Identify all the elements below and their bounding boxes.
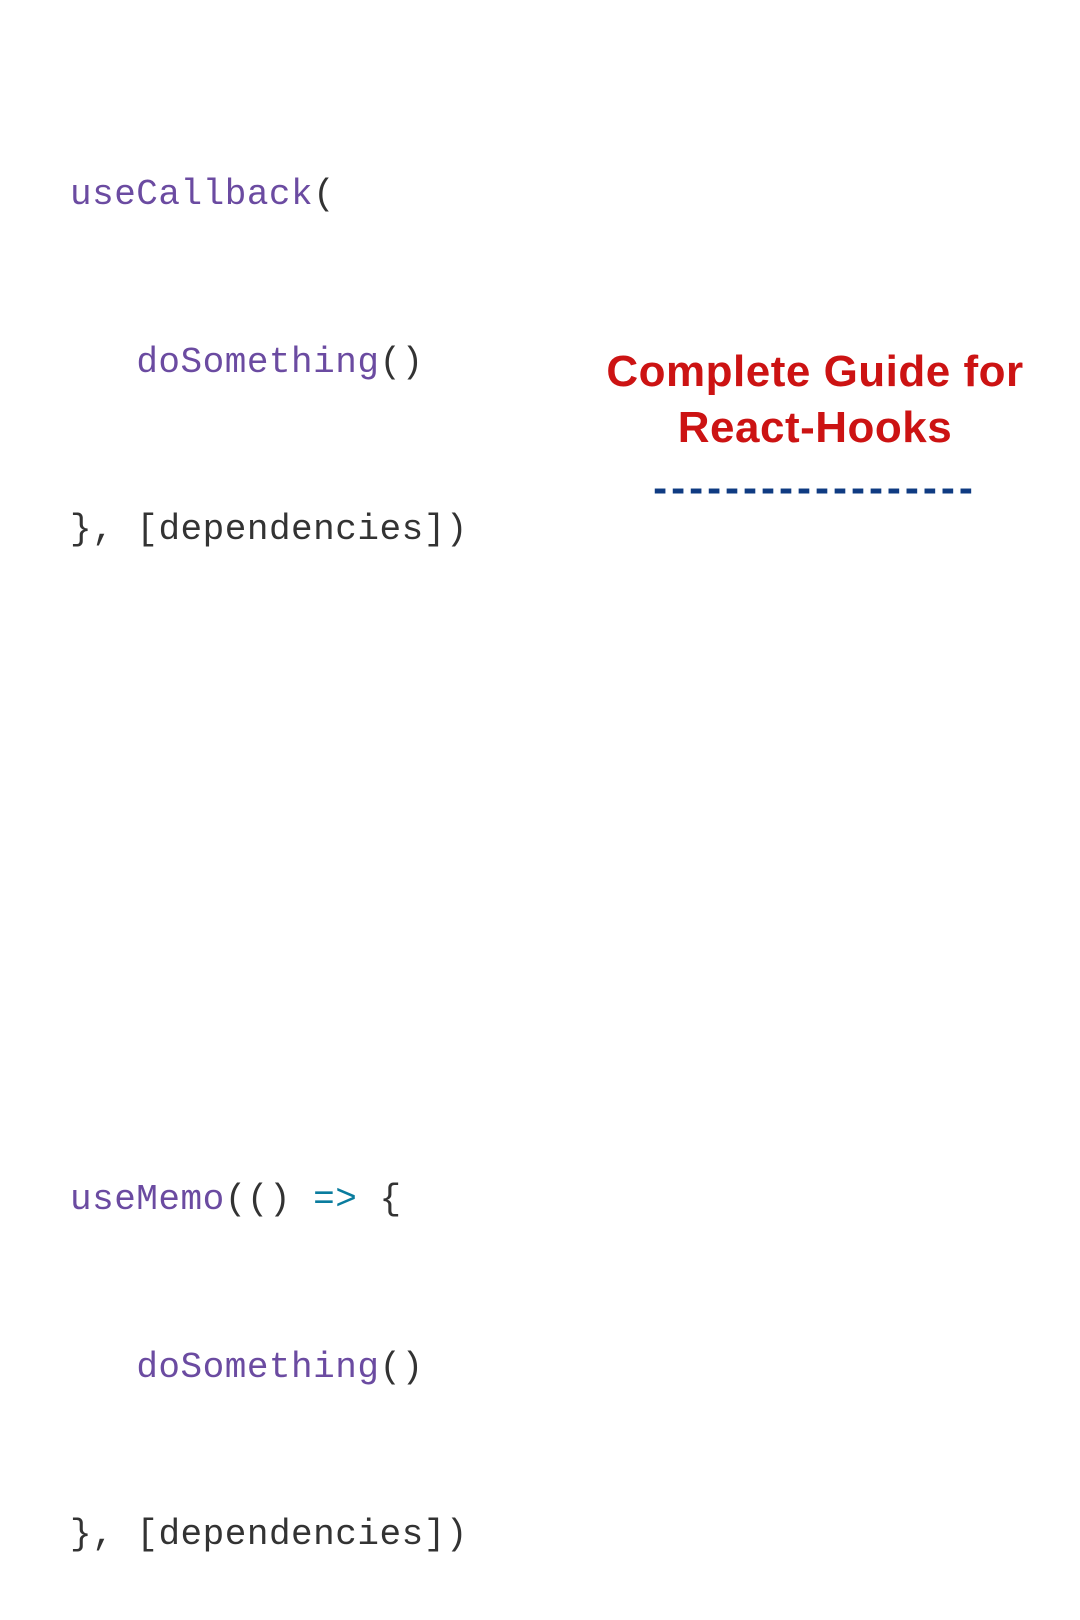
code-line: doSomething() xyxy=(70,335,468,391)
hook-name: useMemo xyxy=(70,1179,225,1220)
code-line: }, [dependencies]) xyxy=(70,502,468,558)
code-line: }, [dependencies]) xyxy=(70,1507,468,1563)
blank-line xyxy=(70,893,468,949)
title-underline-dashes: ------------------ xyxy=(555,467,1075,509)
title-line-2: React-Hooks xyxy=(555,400,1075,456)
code-line: doSomething() xyxy=(70,1340,468,1396)
call-name: doSomething xyxy=(136,1347,379,1388)
arrow-token: => xyxy=(313,1179,357,1220)
dependencies-var: dependencies xyxy=(158,509,423,550)
code-line: useCallback( xyxy=(70,167,468,223)
dependencies-var: dependencies xyxy=(158,1514,423,1555)
hook-name: useCallback xyxy=(70,174,313,215)
code-snippet: useCallback( doSomething() }, [dependenc… xyxy=(70,0,468,1620)
code-line: useMemo(() => { xyxy=(70,1172,468,1228)
title-block: Complete Guide for React-Hooks ---------… xyxy=(555,344,1075,509)
call-name: doSomething xyxy=(136,342,379,383)
title-line-1: Complete Guide for xyxy=(555,344,1075,400)
blank-line xyxy=(70,725,468,781)
